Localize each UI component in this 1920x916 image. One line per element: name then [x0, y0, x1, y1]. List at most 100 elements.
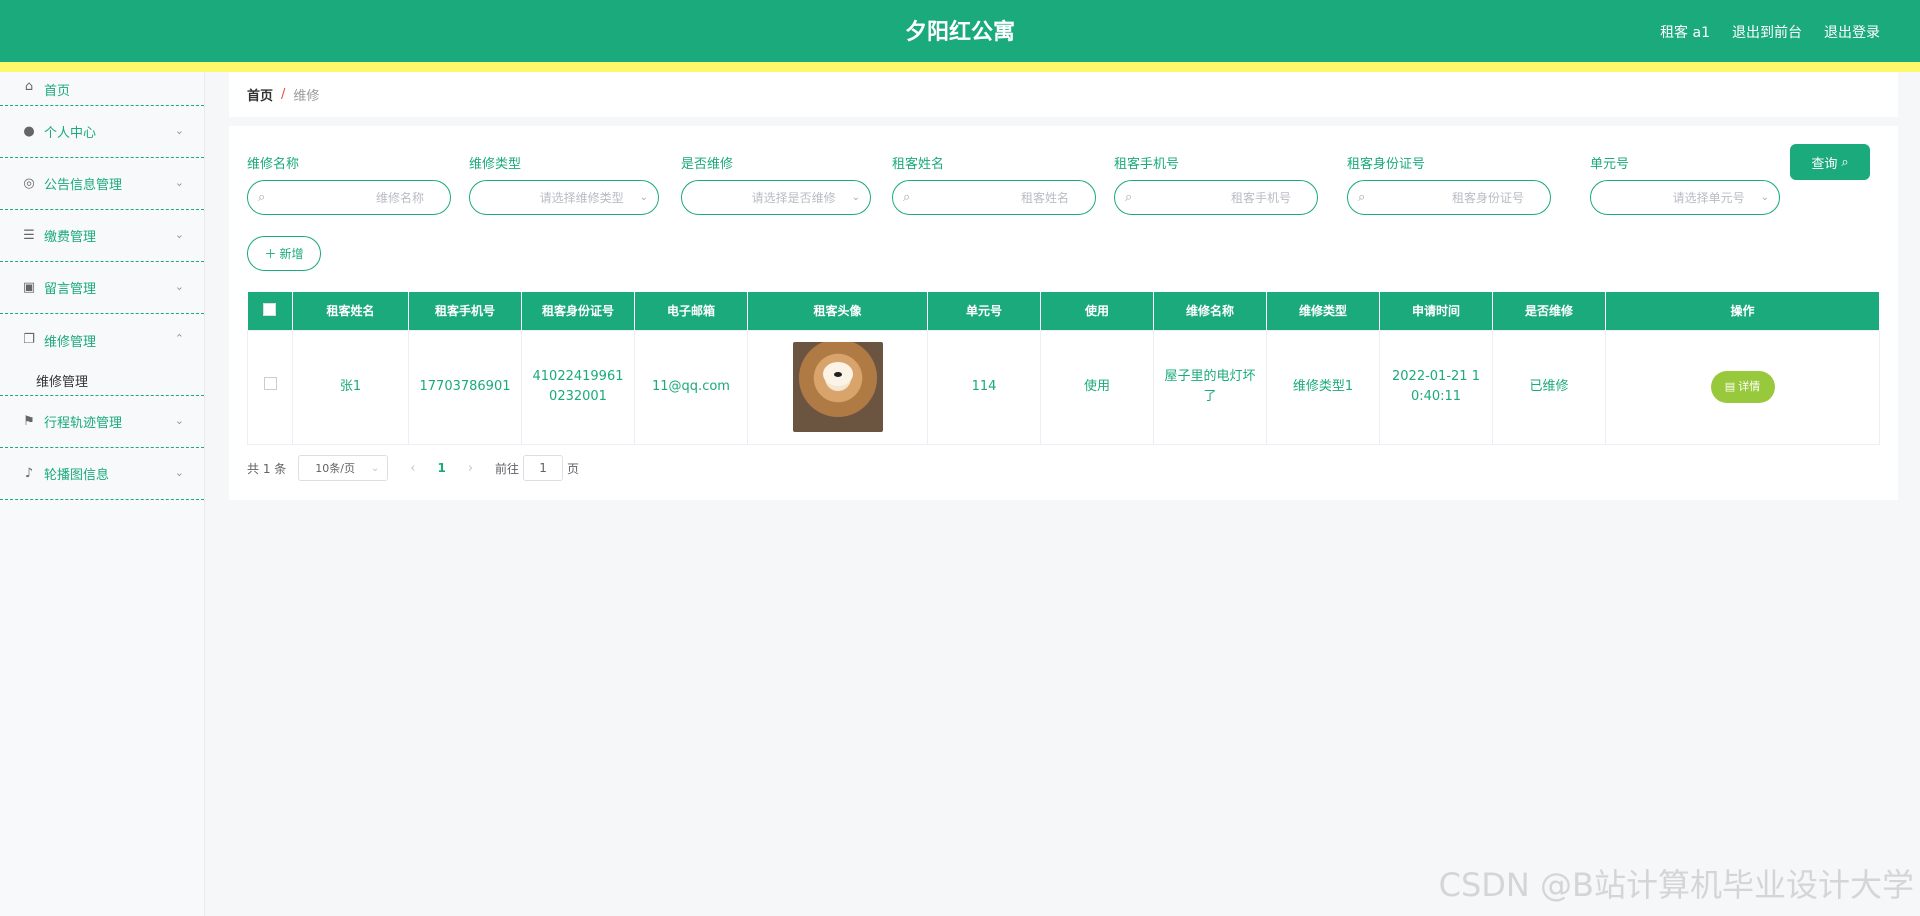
sidebar-item-payment[interactable]: ☰ 缴费管理 ⌄: [0, 210, 204, 262]
repair-type-select[interactable]: 请选择维修类型 ⌄: [469, 180, 659, 215]
row-checkbox[interactable]: [247, 329, 293, 445]
cell-repair-name: 屋子里的电灯坏了: [1153, 329, 1267, 445]
col-header[interactable]: 租客姓名: [292, 292, 409, 330]
col-header[interactable]: 租客身份证号: [521, 292, 635, 330]
tenant-avatar-image: [792, 342, 883, 432]
cell-phone: 17703786901: [408, 329, 522, 445]
search-icon: ⌕: [1358, 190, 1366, 205]
unit-select[interactable]: 请选择单元号 ⌄: [1590, 180, 1780, 215]
next-page-icon[interactable]: ›: [468, 461, 473, 476]
filter-label-unit: 单元号: [1590, 157, 1630, 172]
chevron-down-icon: ⌄: [1760, 192, 1769, 203]
breadcrumb: 首页 / 维修: [229, 72, 1898, 117]
cell-unit: 114: [927, 329, 1041, 445]
top-header: 夕阳红公寓 租客 a1 退出到前台 退出登录: [0, 0, 1920, 62]
logout-link[interactable]: 退出登录: [1824, 22, 1880, 42]
pager-total: 共 1 条: [247, 461, 287, 476]
cell-repair-type: 维修类型1: [1266, 329, 1380, 445]
table-row: 张1 17703786901 410224199610232001 11@qq.…: [247, 329, 1880, 445]
app-title: 夕阳红公寓: [904, 20, 1015, 45]
select-all-checkbox[interactable]: [247, 292, 293, 330]
repaired-select[interactable]: 请选择是否维修 ⌄: [681, 180, 871, 215]
search-icon: ⌕: [1841, 154, 1849, 170]
cell-apply-time: 2022-01-21 10:40:11: [1379, 329, 1493, 445]
copy-icon: ❐: [23, 332, 35, 347]
submenu-repair-management[interactable]: 维修管理: [0, 366, 204, 396]
sidebar-item-label: 轮播图信息: [44, 468, 110, 483]
col-header[interactable]: 维修类型: [1266, 292, 1380, 330]
chevron-down-icon: ⌄: [174, 176, 184, 189]
prev-page-icon[interactable]: ‹: [410, 461, 415, 476]
page-size-select[interactable]: 10条/页 ⌄: [298, 455, 389, 481]
microphone-icon: ♪: [24, 465, 34, 481]
col-header[interactable]: 租客手机号: [408, 292, 522, 330]
sidebar-item-notice[interactable]: ◎ 公告信息管理 ⌄: [0, 158, 204, 210]
cell-idcard: 410224199610232001: [521, 329, 635, 445]
cell-avatar: [747, 329, 928, 445]
cell-use: 使用: [1040, 329, 1154, 445]
col-header[interactable]: 是否维修: [1492, 292, 1606, 330]
sidebar-item-label: 行程轨迹管理: [44, 416, 123, 431]
col-header[interactable]: 使用: [1040, 292, 1154, 330]
cell-repaired: 已维修: [1492, 329, 1606, 445]
user-icon: ●: [23, 123, 35, 139]
sidebar-item-home[interactable]: ⌂ 首页: [0, 72, 204, 106]
to-frontend-link[interactable]: 退出到前台: [1732, 22, 1802, 42]
search-icon: ⌕: [258, 190, 266, 205]
detail-button[interactable]: ▤ 详情: [1710, 371, 1775, 403]
sidebar-item-label: 个人中心: [44, 126, 97, 141]
header-stripe: [0, 62, 1920, 72]
add-button[interactable]: ＋ 新增: [247, 236, 321, 271]
plus-icon: ＋: [264, 247, 277, 261]
col-header: 操作: [1605, 292, 1880, 330]
cell-email: 11@qq.com: [634, 329, 748, 445]
filter-label-tenant-idcard: 租客身份证号: [1347, 157, 1426, 172]
chevron-up-icon: ⌃: [174, 332, 184, 345]
sidebar-item-personal[interactable]: ● 个人中心 ⌄: [0, 106, 204, 158]
chevron-down-icon: ⌄: [370, 462, 380, 474]
table-header-row: 租客姓名 租客手机号 租客身份证号 电子邮箱 租客头像 单元号 使用 维修名称 …: [247, 292, 1880, 330]
filter-label-tenant-name: 租客姓名: [892, 157, 945, 172]
col-header[interactable]: 维修名称: [1153, 292, 1267, 330]
search-icon: ⌕: [1125, 190, 1133, 205]
col-header[interactable]: 单元号: [927, 292, 1041, 330]
flag-icon: ⚑: [23, 413, 35, 429]
sidebar-item-repair[interactable]: ❐ 维修管理 ⌃: [0, 314, 204, 366]
page-unit-label: 页: [567, 461, 580, 476]
document-icon: ▤: [1724, 380, 1736, 393]
watermark: CSDN @B站计算机毕业设计大学: [1438, 866, 1914, 904]
col-header[interactable]: 电子邮箱: [634, 292, 748, 330]
repair-name-input[interactable]: ⌕ 维修名称: [247, 180, 451, 215]
cell-name: 张1: [292, 329, 409, 445]
sidebar-item-label: 首页: [44, 84, 71, 99]
current-user[interactable]: 租客 a1: [1660, 22, 1710, 42]
tenant-idcard-input[interactable]: ⌕ 租客身份证号: [1347, 180, 1551, 215]
pagination: 共 1 条 10条/页 ⌄ ‹ 1 › 前往 1 页: [247, 455, 579, 481]
filter-label-repair-type: 维修类型: [469, 157, 522, 172]
page-number[interactable]: 1: [437, 461, 445, 475]
chevron-down-icon: ⌄: [174, 414, 184, 427]
goto-page-input[interactable]: 1: [523, 455, 564, 481]
search-icon: ⌕: [903, 190, 911, 205]
tenant-name-input[interactable]: ⌕ 租客姓名: [892, 180, 1096, 215]
chevron-down-icon: ⌄: [851, 192, 860, 203]
sidebar-item-label: 维修管理: [44, 334, 97, 350]
sidebar-item-message[interactable]: ▣ 留言管理 ⌄: [0, 262, 204, 314]
filter-label-tenant-phone: 租客手机号: [1114, 157, 1180, 172]
cell-actions: ▤ 详情: [1605, 329, 1880, 445]
chevron-down-icon: ⌄: [639, 192, 648, 203]
sidebar-item-trip[interactable]: ⚑ 行程轨迹管理 ⌄: [0, 396, 204, 448]
col-header[interactable]: 租客头像: [747, 292, 928, 330]
breadcrumb-separator: /: [281, 87, 286, 102]
user-area: 租客 a1 退出到前台 退出登录: [1660, 22, 1880, 42]
sidebar-item-label: 留言管理: [44, 282, 97, 297]
breadcrumb-home[interactable]: 首页: [247, 85, 273, 104]
sidebar-item-label: 公告信息管理: [44, 178, 123, 193]
sidebar-item-label: 缴费管理: [44, 230, 97, 245]
chevron-down-icon: ⌄: [174, 228, 184, 241]
col-header[interactable]: 申请时间: [1379, 292, 1493, 330]
sidebar-item-carousel[interactable]: ♪ 轮播图信息 ⌄: [0, 448, 204, 500]
home-icon: ⌂: [24, 79, 34, 94]
query-button[interactable]: 查询 ⌕: [1790, 144, 1870, 180]
tenant-phone-input[interactable]: ⌕ 租客手机号: [1114, 180, 1318, 215]
